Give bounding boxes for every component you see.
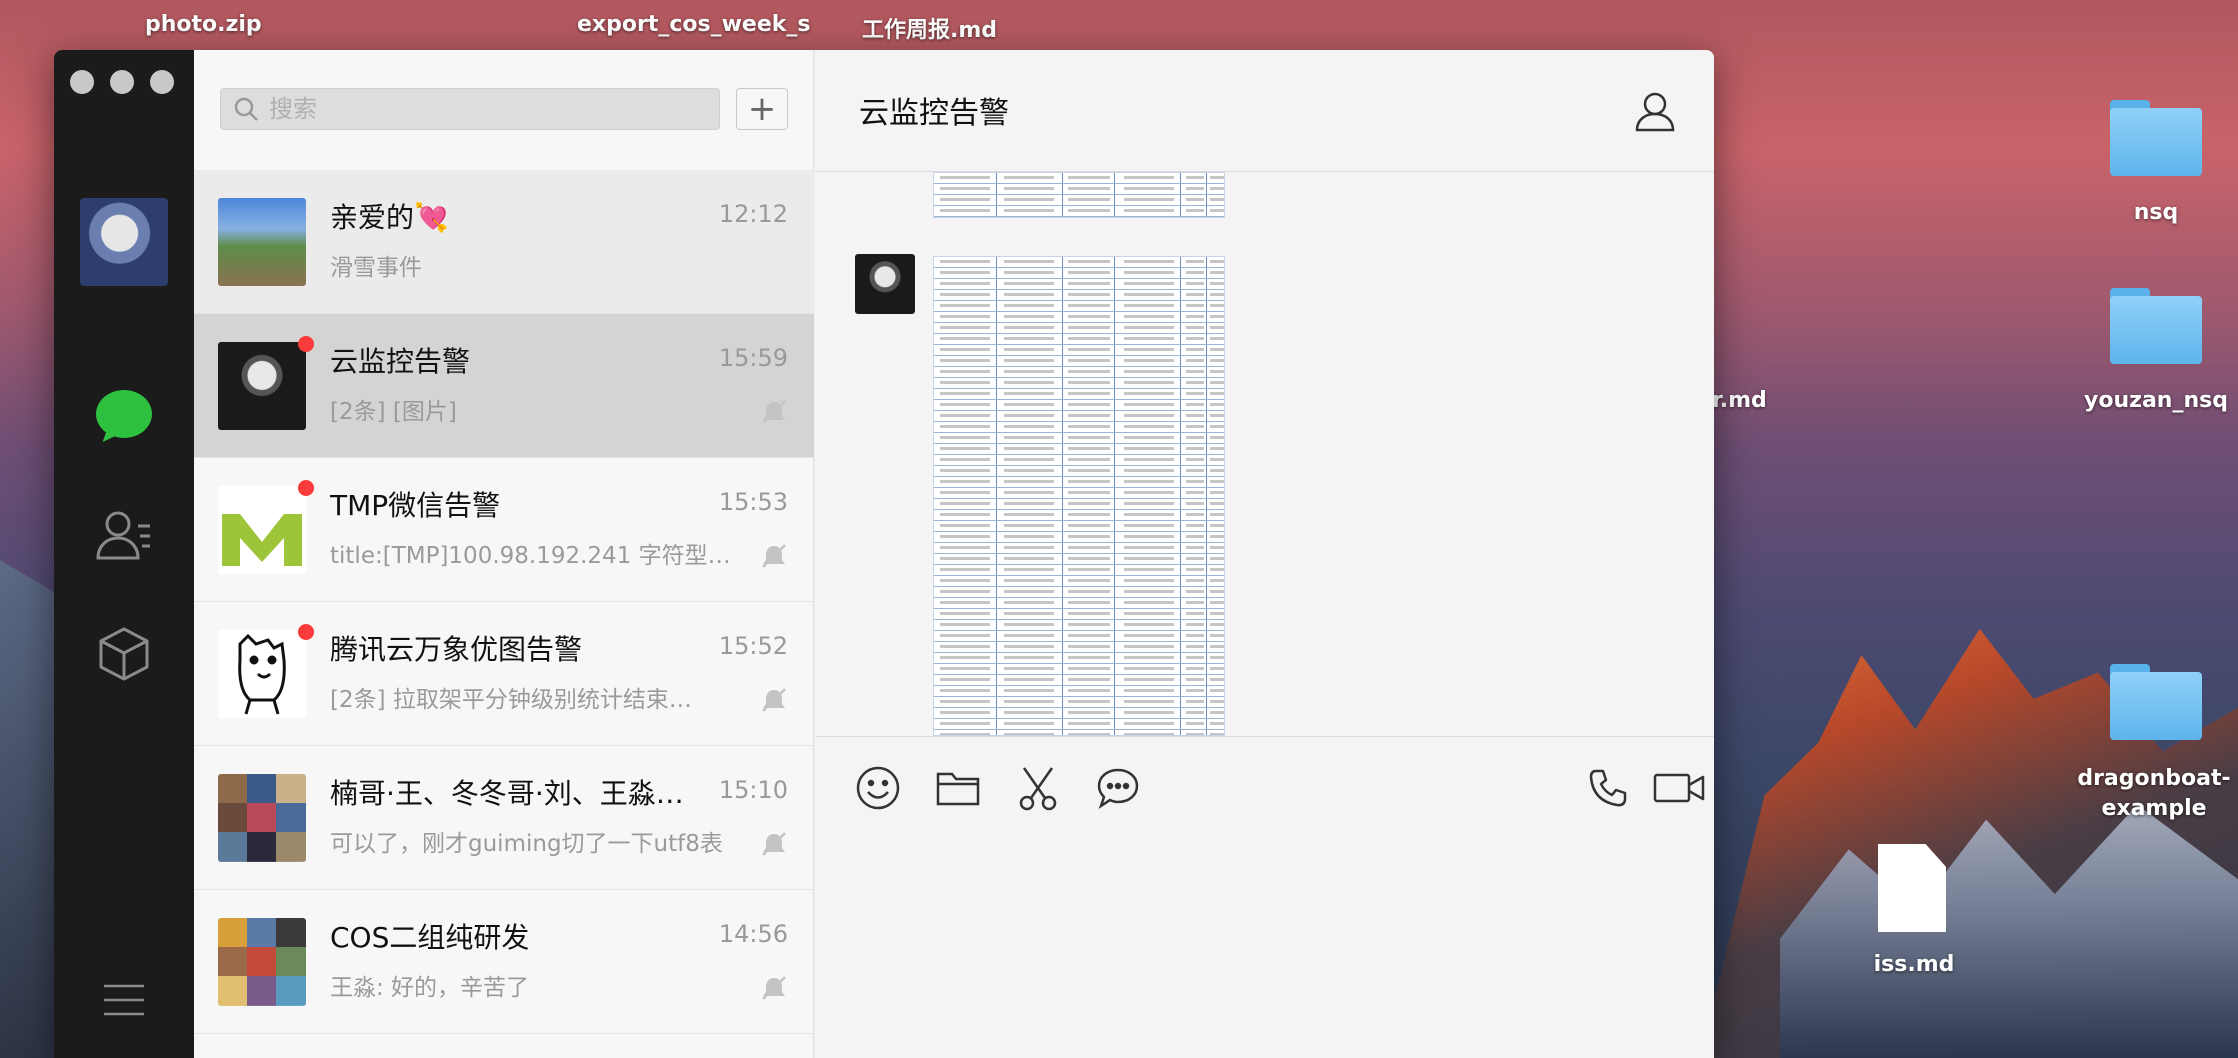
sidebar-item-mini-programs[interactable] [94, 624, 154, 684]
emoji-button[interactable] [853, 763, 903, 813]
video-icon [1653, 773, 1705, 803]
avatar [218, 342, 306, 430]
wechat-window: + 亲爱的💘 12:12 滑雪事件 云监控告警 15:59 [2条] [图片] … [54, 50, 1714, 1058]
zoom-window-button[interactable] [150, 70, 174, 94]
search-input[interactable] [269, 95, 709, 123]
conversation-item[interactable]: COS二组纯研发 14:56 王淼: 好的，辛苦了 [194, 890, 814, 1034]
conversation-item[interactable]: TMP微信告警 15:53 title:[TMP]100.98.192.241 … [194, 458, 814, 602]
message-list[interactable] [815, 172, 1714, 736]
phone-icon [1589, 769, 1627, 807]
group-avatar [218, 774, 306, 862]
conversation-name: 云监控告警 [330, 345, 471, 378]
conversation-name: COS二组纯研发 [330, 921, 530, 954]
document-icon[interactable] [1878, 844, 1946, 932]
sender-avatar[interactable] [855, 254, 915, 314]
chat-pane: 云监控告警 [815, 50, 1714, 1058]
conversation-preview: [2条] [图片] [330, 399, 457, 425]
conversation-preview: 可以了，刚才guiming切了一下utf8表 [330, 831, 723, 857]
conversation-time: 12:12 [718, 200, 788, 228]
person-icon[interactable] [1634, 90, 1676, 132]
avatar [218, 198, 306, 286]
cube-icon [99, 627, 149, 681]
chat-title: 云监控告警 [859, 96, 1009, 131]
chat-header: 云监控告警 [815, 50, 1714, 172]
screenshot-button[interactable] [1013, 763, 1063, 813]
emoji-icon [856, 766, 900, 810]
desktop-file-export-cos[interactable]: export_cos_week_s [577, 12, 810, 37]
folder-icon[interactable] [2110, 288, 2202, 364]
voice-call-button[interactable] [1583, 763, 1633, 813]
close-window-button[interactable] [70, 70, 94, 94]
chat-bubble-icon [96, 390, 152, 438]
conversation-name: TMP微信告警 [330, 489, 501, 522]
video-call-button[interactable] [1651, 763, 1707, 813]
sidebar-item-chats[interactable] [94, 384, 154, 444]
conversation-name: 亲爱的💘 [330, 201, 449, 234]
sidebar-item-contacts[interactable] [94, 504, 154, 564]
conversation-preview: 滑雪事件 [330, 255, 422, 281]
chat-history-button[interactable] [1093, 763, 1143, 813]
hamburger-icon [104, 984, 144, 1016]
avatar [218, 486, 306, 574]
desktop-folder-nsq[interactable]: nsq [2108, 200, 2204, 225]
send-file-button[interactable] [933, 763, 983, 813]
conversation-time: 15:53 [718, 488, 788, 516]
group-avatar [218, 918, 306, 1006]
conversation-item[interactable]: 亲爱的💘 12:12 滑雪事件 [194, 170, 814, 314]
add-chat-button[interactable]: + [736, 88, 788, 130]
desktop-file-iss-md[interactable]: iss.md [1866, 952, 1962, 977]
desktop-file-weekly-report[interactable]: 工作周报.md [862, 12, 997, 44]
input-toolbar [815, 736, 1714, 1058]
desktop-folder-youzan-nsq[interactable]: youzan_nsq [2080, 388, 2232, 413]
conversation-item[interactable]: 楠哥·王、冬冬哥·刘、王淼… 15:10 可以了，刚才guiming切了一下ut… [194, 746, 814, 890]
image-message[interactable] [933, 172, 1225, 218]
conversation-list-panel: + 亲爱的💘 12:12 滑雪事件 云监控告警 15:59 [2条] [图片] … [194, 50, 814, 1058]
conversation-time: 15:10 [718, 776, 788, 804]
image-message[interactable] [933, 256, 1225, 736]
mute-bell-icon [762, 832, 786, 856]
sidebar-rail [54, 50, 194, 1058]
desktop-file-partial[interactable]: r.md [1712, 388, 1767, 413]
chat-history-icon [1097, 768, 1139, 810]
conversation-item[interactable]: 腾讯云万象优图告警 15:52 [2条] 拉取架平分钟级别统计结束… [194, 602, 814, 746]
unread-dot [298, 480, 314, 496]
sidebar-item-menu[interactable] [94, 970, 154, 1030]
folder-icon[interactable] [2110, 100, 2202, 176]
unread-dot [298, 624, 314, 640]
folder-icon[interactable] [2110, 664, 2202, 740]
conversation-preview: title:[TMP]100.98.192.241 字符型业务… [330, 543, 740, 569]
scissors-icon [1019, 767, 1057, 811]
desktop-folder-dragonboat[interactable]: dragonboat- example [2070, 764, 2238, 824]
mute-bell-icon [762, 400, 786, 424]
conversation-name: 楠哥·王、冬冬哥·刘、王淼… [330, 777, 684, 810]
conversation-time: 15:52 [718, 632, 788, 660]
conversation-time: 15:59 [718, 344, 788, 372]
conversation-preview: 王淼: 好的，辛苦了 [330, 975, 530, 1001]
desktop-file-photo-zip[interactable]: photo.zip [145, 12, 262, 37]
search-icon [234, 97, 258, 121]
mute-bell-icon [762, 544, 786, 568]
avatar [218, 630, 306, 718]
contacts-icon [96, 511, 150, 560]
mute-bell-icon [762, 688, 786, 712]
search-box[interactable] [220, 88, 720, 130]
folder-icon [936, 772, 980, 806]
conversation-item[interactable]: 云监控告警 15:59 [2条] [图片] [194, 314, 814, 458]
conversation-time: 14:56 [718, 920, 788, 948]
conversation-preview: [2条] 拉取架平分钟级别统计结束… [330, 687, 692, 713]
conversation-name: 腾讯云万象优图告警 [330, 633, 583, 666]
my-avatar[interactable] [80, 198, 168, 286]
unread-dot [298, 336, 314, 352]
mute-bell-icon [762, 976, 786, 1000]
minimize-window-button[interactable] [110, 70, 134, 94]
